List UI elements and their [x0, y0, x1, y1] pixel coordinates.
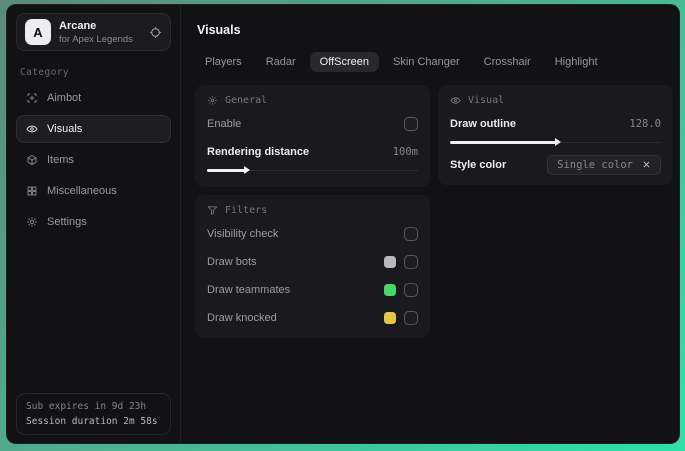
tab-radar[interactable]: Radar	[256, 52, 306, 72]
enable-checkbox[interactable]	[404, 116, 418, 131]
sub-expires-text: Sub expires in 9d 23h	[26, 401, 147, 412]
draw-knocked-row: Draw knocked	[207, 307, 418, 328]
draw-outline-value: 128.0	[629, 117, 661, 130]
tab-offscreen[interactable]: OffScreen	[309, 52, 379, 72]
draw-knocked-color-swatch[interactable]	[384, 311, 396, 324]
app-window: A Arcane for Apex Legends Category Aimbo…	[6, 4, 680, 444]
visibility-check-row: Visibility check	[207, 223, 418, 244]
visual-panel: Visual Draw outline 128.0 Style color Si…	[438, 85, 673, 185]
visual-panel-header: Visual	[450, 95, 661, 106]
sidebar-item-visuals[interactable]: Visuals	[16, 115, 171, 143]
rendering-distance-label: Rendering distance	[207, 145, 310, 158]
enable-row: Enable	[207, 113, 418, 134]
sidebar-item-label: Aimbot	[47, 92, 82, 104]
app-tagline: for Apex Legends	[59, 33, 133, 45]
funnel-icon	[207, 205, 218, 216]
eye-icon	[450, 95, 461, 106]
sidebar-item-aimbot[interactable]: Aimbot	[16, 84, 171, 112]
subscription-info-card: Sub expires in 9d 23h Session duration 2…	[16, 393, 171, 435]
sidebar-item-label: Items	[47, 154, 74, 166]
sidebar-item-miscellaneous[interactable]: Miscellaneous	[16, 177, 171, 205]
target-icon[interactable]	[149, 26, 162, 39]
sidebar-item-label: Visuals	[47, 123, 83, 135]
draw-bots-color-swatch[interactable]	[384, 255, 396, 268]
filters-panel-title: Filters	[225, 205, 268, 216]
rendering-distance-value: 100m	[392, 145, 418, 158]
tab-highlight[interactable]: Highlight	[545, 52, 608, 72]
rendering-distance-row: Rendering distance 100m	[207, 141, 418, 162]
slider-fill	[450, 138, 560, 146]
sidebar-item-label: Settings	[47, 216, 87, 228]
visibility-check-checkbox[interactable]	[404, 226, 418, 241]
rendering-distance-slider[interactable]	[207, 165, 418, 175]
draw-outline-row: Draw outline 128.0	[450, 113, 661, 134]
page-title: Visuals	[197, 23, 241, 37]
app-logo: A	[25, 19, 51, 45]
sparkle-icon	[207, 95, 218, 106]
style-color-label: Style color	[450, 158, 507, 171]
tab-skin-changer[interactable]: Skin Changer	[383, 52, 470, 72]
tab-players[interactable]: Players	[195, 52, 252, 72]
crosshair-icon	[26, 92, 38, 104]
filters-panel-header: Filters	[207, 205, 418, 216]
brand-card: A Arcane for Apex Legends	[16, 13, 171, 51]
draw-teammates-row: Draw teammates	[207, 279, 418, 300]
sidebar-item-settings[interactable]: Settings	[16, 208, 171, 236]
tab-crosshair[interactable]: Crosshair	[474, 52, 541, 72]
draw-bots-label: Draw bots	[207, 255, 257, 268]
draw-knocked-label: Draw knocked	[207, 311, 277, 324]
style-color-value: Single color	[557, 158, 633, 171]
draw-teammates-label: Draw teammates	[207, 283, 291, 296]
enable-label: Enable	[207, 117, 242, 130]
category-label: Category	[20, 67, 69, 78]
draw-knocked-checkbox[interactable]	[404, 310, 418, 325]
sidebar-item-items[interactable]: Items	[16, 146, 171, 174]
sidebar-item-label: Miscellaneous	[47, 185, 117, 197]
visual-panel-title: Visual	[468, 95, 505, 106]
draw-teammates-checkbox[interactable]	[404, 282, 418, 297]
grid-icon	[26, 185, 38, 197]
draw-outline-slider[interactable]	[450, 137, 661, 147]
filters-panel: Filters Visibility check Draw bots Draw …	[195, 195, 430, 338]
slider-fill	[207, 166, 250, 174]
sidebar-nav: Aimbot Visuals Items Miscellaneous Setti…	[16, 84, 171, 236]
draw-outline-label: Draw outline	[450, 117, 517, 130]
right-column: Visual Draw outline 128.0 Style color Si…	[438, 85, 673, 185]
close-icon[interactable]	[642, 160, 651, 169]
eye-icon	[26, 123, 38, 135]
visibility-check-label: Visibility check	[207, 227, 279, 240]
tab-bar: Players Radar OffScreen Skin Changer Cro…	[195, 52, 673, 72]
main-content: Visuals Players Radar OffScreen Skin Cha…	[181, 5, 679, 443]
sidebar: A Arcane for Apex Legends Category Aimbo…	[7, 5, 181, 443]
general-panel-title: General	[225, 95, 268, 106]
style-color-select[interactable]: Single color	[547, 154, 661, 175]
general-panel: General Enable Rendering distance 100m	[195, 85, 430, 187]
draw-bots-checkbox[interactable]	[404, 254, 418, 269]
gear-icon	[26, 216, 38, 228]
style-color-row: Style color Single color	[450, 154, 661, 175]
draw-bots-row: Draw bots	[207, 251, 418, 272]
panels-area: General Enable Rendering distance 100m F…	[195, 85, 673, 338]
left-column: General Enable Rendering distance 100m F…	[195, 85, 430, 338]
general-panel-header: General	[207, 95, 418, 106]
brand-text: Arcane for Apex Legends	[59, 20, 133, 45]
draw-teammates-color-swatch[interactable]	[384, 283, 396, 296]
session-duration-text: Session duration 2m 58s	[26, 416, 158, 427]
app-name: Arcane	[59, 19, 97, 32]
cube-icon	[26, 154, 38, 166]
